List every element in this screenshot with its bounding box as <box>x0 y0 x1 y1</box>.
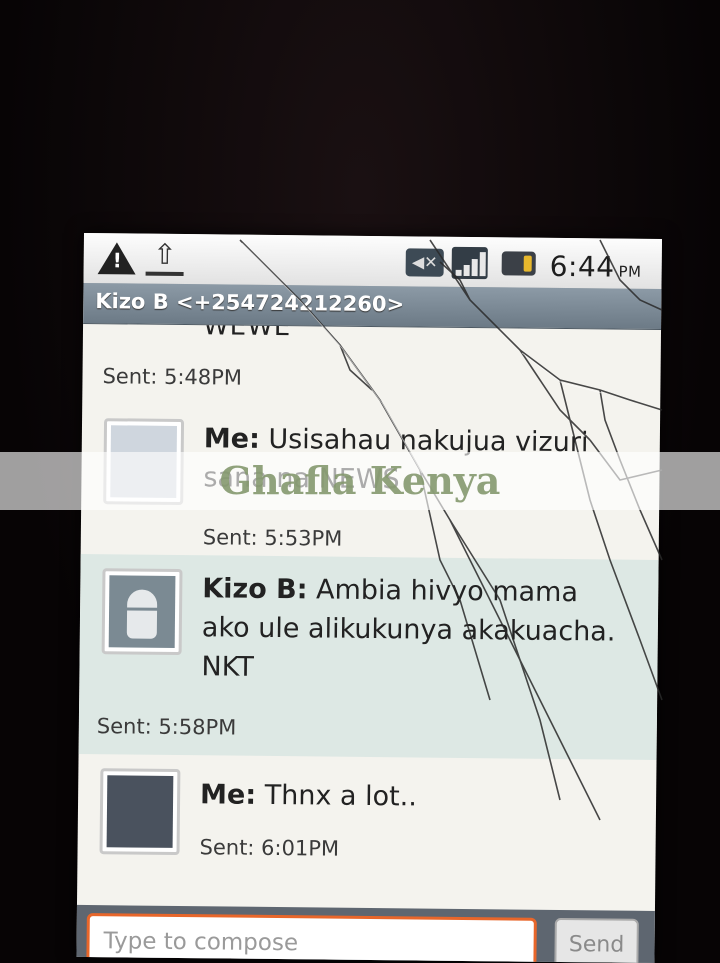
message-sender: Me: <box>199 779 257 811</box>
status-bar: ! ⇧ ◀✕ 6:44 PM <box>83 232 662 291</box>
compose-bar: Type to compose Send <box>76 904 655 963</box>
status-time: 6:44 PM <box>550 250 642 284</box>
message-sender: Kizo B: <box>202 573 308 606</box>
send-button[interactable]: Send <box>554 917 639 963</box>
compose-input[interactable]: Type to compose <box>86 913 537 963</box>
status-time-ampm: PM <box>618 262 642 281</box>
avatar <box>101 568 183 656</box>
avatar <box>99 768 181 856</box>
sent-time: Sent: 5:58PM <box>96 714 237 740</box>
message-body: Thnx a lot.. <box>264 779 418 813</box>
upload-icon: ⇧ <box>145 238 184 277</box>
message-thread[interactable]: WEWE Sent: 5:48PM Me: Usisahau nakujua v… <box>77 324 661 910</box>
conversation-title-bar[interactable]: Kizo B <+254724212260> <box>83 282 662 331</box>
battery-icon <box>501 251 536 276</box>
mute-icon: ◀✕ <box>405 248 444 277</box>
list-item[interactable]: Me: Thnx a lot.. Sent: 6:01PM <box>77 764 656 910</box>
message-text: Me: Thnx a lot.. <box>200 775 620 818</box>
conversation-title: Kizo B <+254724212260> <box>95 289 405 317</box>
phone-screen: ! ⇧ ◀✕ 6:44 PM Kizo B <+254724212260> WEW… <box>76 232 662 963</box>
sent-time: Sent: 6:01PM <box>199 835 340 861</box>
list-item[interactable]: Kizo B: Ambia hivyo mama ako ule alikuku… <box>78 553 659 760</box>
warning-icon-mark: ! <box>112 248 122 273</box>
sent-time: Sent: 5:53PM <box>202 525 343 551</box>
signal-icon <box>451 246 488 280</box>
watermark-text: Ghafla Kenya <box>219 458 501 503</box>
sent-time: Sent: 5:48PM <box>102 364 243 390</box>
status-time-value: 6:44 <box>549 249 615 284</box>
message-cutoff-text: WEWE <box>202 323 292 343</box>
message-sender: Me: <box>203 423 261 455</box>
message-text: Kizo B: Ambia hivyo mama ako ule alikuku… <box>201 569 622 690</box>
